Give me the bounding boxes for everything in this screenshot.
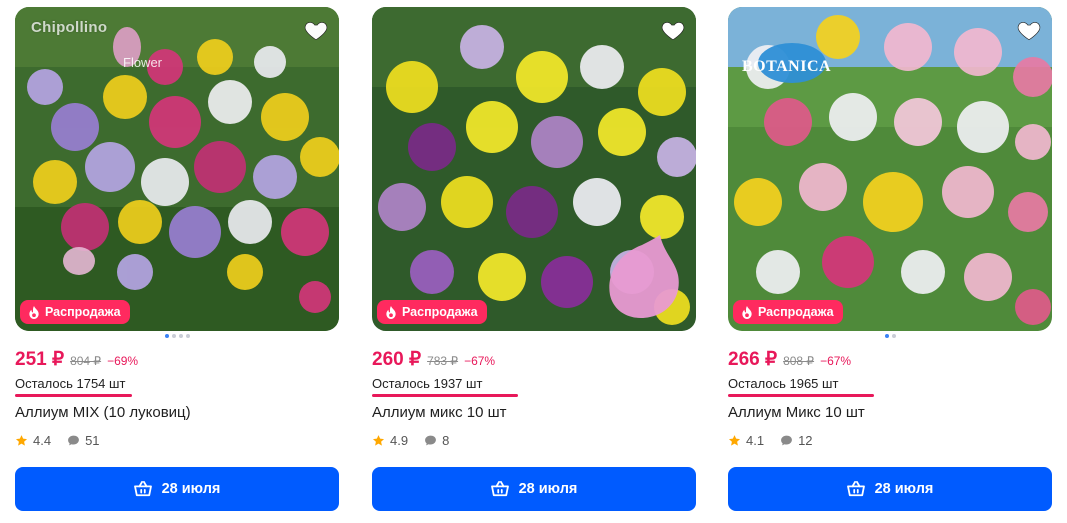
add-to-cart-button[interactable]: 28 июля bbox=[372, 467, 696, 511]
stock-remaining: Осталось 1965 шт bbox=[728, 376, 839, 391]
favorite-heart-icon[interactable] bbox=[660, 17, 686, 43]
carousel-dots[interactable] bbox=[728, 334, 1052, 338]
old-price: 804 ₽ bbox=[70, 354, 102, 368]
price: 260 ₽ bbox=[372, 349, 422, 370]
product-card[interactable]: BOTANICA Распродажа 266 ₽ 808 ₽ −67% Ост… bbox=[728, 7, 1052, 517]
reviews-count: 51 bbox=[85, 433, 100, 448]
old-price: 783 ₽ bbox=[427, 354, 459, 368]
product-title[interactable]: Аллиум MIX (10 луковиц) bbox=[15, 404, 191, 421]
discount: −69% bbox=[107, 354, 139, 368]
product-card[interactable]: Chipollino Flower Распродажа 251 ₽ 804 ₽… bbox=[15, 7, 339, 517]
sale-badge-label: Распродажа bbox=[402, 305, 478, 319]
star-icon bbox=[728, 435, 741, 446]
stock-bar bbox=[728, 394, 874, 397]
sale-badge-label: Распродажа bbox=[45, 305, 121, 319]
rating-value: 4.4 bbox=[33, 433, 52, 448]
discount: −67% bbox=[820, 354, 852, 368]
add-to-cart-button[interactable]: 28 июля bbox=[728, 467, 1052, 511]
carousel-dot[interactable] bbox=[164, 334, 169, 338]
brand-logo: BOTANICA bbox=[738, 43, 850, 87]
product-title[interactable]: Аллиум Микс 10 шт bbox=[728, 404, 865, 421]
comment-icon bbox=[781, 435, 792, 446]
carousel-dot[interactable] bbox=[178, 334, 183, 338]
favorite-heart-icon[interactable] bbox=[1016, 17, 1042, 43]
price-row: 260 ₽ 783 ₽ −67% bbox=[372, 348, 495, 371]
comment-icon bbox=[68, 435, 79, 446]
fire-icon bbox=[29, 305, 39, 319]
basket-icon bbox=[846, 481, 865, 497]
basket-icon bbox=[133, 481, 152, 497]
price-row: 251 ₽ 804 ₽ −69% bbox=[15, 348, 138, 371]
stock-remaining: Осталось 1937 шт bbox=[372, 376, 483, 391]
delivery-date-label: 28 июля bbox=[161, 481, 221, 497]
old-price: 808 ₽ bbox=[783, 354, 815, 368]
sale-badge: Распродажа bbox=[377, 300, 487, 324]
product-photo bbox=[372, 7, 696, 331]
star-icon bbox=[372, 435, 385, 446]
carousel-dot[interactable] bbox=[884, 334, 889, 338]
stock-bar bbox=[372, 394, 518, 397]
sale-badge: Распродажа bbox=[20, 300, 130, 324]
product-photo bbox=[15, 7, 339, 331]
fire-icon bbox=[386, 305, 396, 319]
brand-watermark-sub: Flower bbox=[123, 55, 163, 70]
rating-value: 4.9 bbox=[390, 433, 409, 448]
product-grid: Chipollino Flower Распродажа 251 ₽ 804 ₽… bbox=[0, 0, 1067, 523]
price-row: 266 ₽ 808 ₽ −67% bbox=[728, 348, 851, 371]
product-image[interactable]: Распродажа bbox=[372, 7, 696, 331]
brand-watermark: Chipollino bbox=[31, 19, 108, 36]
reviews-count: 8 bbox=[442, 433, 450, 448]
product-title[interactable]: Аллиум микс 10 шт bbox=[372, 404, 507, 421]
carousel-dots[interactable] bbox=[15, 334, 339, 338]
product-card[interactable]: Распродажа 260 ₽ 783 ₽ −67% Осталось 193… bbox=[372, 7, 696, 517]
product-image[interactable]: Chipollino Flower Распродажа bbox=[15, 7, 339, 331]
brand-logo-text: BOTANICA bbox=[742, 58, 832, 75]
comment-icon bbox=[425, 435, 436, 446]
carousel-dot[interactable] bbox=[171, 334, 176, 338]
rating-row: 4.4 51 bbox=[15, 433, 100, 448]
discount: −67% bbox=[464, 354, 496, 368]
basket-icon bbox=[490, 481, 509, 497]
carousel-dot[interactable] bbox=[185, 334, 190, 338]
sale-badge: Распродажа bbox=[733, 300, 843, 324]
price: 251 ₽ bbox=[15, 349, 65, 370]
delivery-date-label: 28 июля bbox=[874, 481, 934, 497]
rating-row: 4.1 12 bbox=[728, 433, 813, 448]
sale-badge-label: Распродажа bbox=[758, 305, 834, 319]
rating-value: 4.1 bbox=[746, 433, 765, 448]
fire-icon bbox=[742, 305, 752, 319]
star-icon bbox=[15, 435, 28, 446]
reviews-count: 12 bbox=[798, 433, 813, 448]
rating-row: 4.9 8 bbox=[372, 433, 449, 448]
stock-bar bbox=[15, 394, 132, 397]
add-to-cart-button[interactable]: 28 июля bbox=[15, 467, 339, 511]
product-image[interactable]: BOTANICA Распродажа bbox=[728, 7, 1052, 331]
price: 266 ₽ bbox=[728, 349, 778, 370]
carousel-dot[interactable] bbox=[891, 334, 896, 338]
stock-remaining: Осталось 1754 шт bbox=[15, 376, 126, 391]
favorite-heart-icon[interactable] bbox=[303, 17, 329, 43]
delivery-date-label: 28 июля bbox=[518, 481, 578, 497]
